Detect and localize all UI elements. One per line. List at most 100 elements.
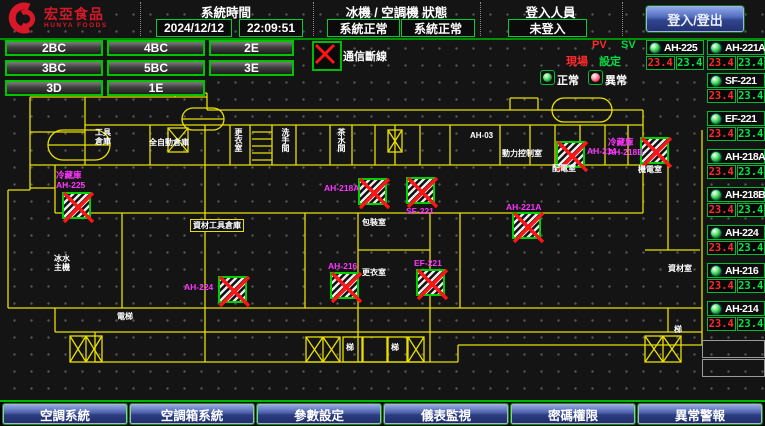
equip-values: 23.423.4 <box>707 317 765 331</box>
floor-button-5BC[interactable]: 5BC <box>107 60 205 76</box>
floor-button-3BC[interactable]: 3BC <box>5 60 103 76</box>
pv-value: 23.4 <box>707 127 736 141</box>
plan-unit-AH-221A[interactable] <box>512 212 541 239</box>
plan-unit-AH-225[interactable] <box>62 192 91 219</box>
nav-button-儀表監視[interactable]: 儀表監視 <box>384 404 508 424</box>
nav-button-異常警報[interactable]: 異常警報 <box>638 404 762 424</box>
normal-lamp-icon <box>540 70 555 85</box>
plan-unit-label-EF-221: EF-221 <box>414 259 442 269</box>
equip-entry-SF-221: SF-22123.423.4 <box>707 73 765 103</box>
comm-loss-x-icon <box>355 175 394 212</box>
pv-value: 23.4 <box>707 56 736 70</box>
plan-unit-label-AH-221A: AH-221A <box>506 203 541 213</box>
sv-value: 23.4 <box>676 56 705 70</box>
equip-values: 23.423.4 <box>707 203 765 217</box>
sv-value: 23.4 <box>737 279 765 293</box>
status-lamp-icon <box>710 227 722 239</box>
system-date-value: 2024/12/12 <box>156 19 232 37</box>
equip-name[interactable]: SF-221 <box>707 73 765 88</box>
sv-value: 23.4 <box>737 317 765 331</box>
nav-button-密碼權限[interactable]: 密碼權限 <box>511 404 635 424</box>
sv-value: 23.4 <box>737 56 765 70</box>
room-label: 梯 <box>346 343 354 352</box>
stairs-icon <box>48 98 612 160</box>
hmi-screen: 冷藏庫 AH-225 AH-224 AH-218A SF-221 AH-216 EF-22… <box>0 0 765 426</box>
equip-name[interactable]: EF-221 <box>707 111 765 126</box>
status-lamp-icon <box>710 113 722 125</box>
floor-button-3D[interactable]: 3D <box>5 80 103 96</box>
login-logout-button[interactable]: 登入/登出 <box>646 6 744 32</box>
ahu-status-value: 系統正常 <box>401 19 475 37</box>
plan-unit-AH-224[interactable] <box>218 276 247 303</box>
status-lamp-icon <box>710 151 722 163</box>
equip-name[interactable]: AH-224 <box>707 225 765 240</box>
status-lamp-icon <box>710 42 722 54</box>
plan-unit-label-AH-225: 冷藏庫 AH-225 <box>56 171 85 190</box>
room-label: 包裝室 <box>362 218 386 227</box>
status-lamp-icon <box>649 42 661 54</box>
comm-loss-label: 通信斷線 <box>343 48 387 64</box>
room-label: 更衣室 <box>234 128 243 152</box>
abnormal-label: 異常 <box>605 72 627 88</box>
comm-loss-x-icon <box>327 269 366 306</box>
plan-unit-SF-221[interactable] <box>406 177 435 204</box>
equip-name-label: AH-221A <box>725 42 765 54</box>
plan-unit-AH-218A[interactable] <box>358 178 387 205</box>
logo-title: 宏亞食品 <box>44 7 108 22</box>
normal-label: 正常 <box>557 72 579 88</box>
equip-slot: AH-22523.423.4 <box>646 40 704 70</box>
equip-name[interactable]: AH-218A <box>707 149 765 164</box>
equip-values: 23.423.4 <box>707 127 765 141</box>
equip-slot: AH-221A 23.423.4 <box>707 40 765 70</box>
floor-button-3E[interactable]: 3E <box>209 60 294 76</box>
equip-name[interactable]: AH-214 <box>707 301 765 316</box>
floor-button-4BC[interactable]: 4BC <box>107 40 205 56</box>
logo-subtitle: HUNYA FOODS <box>44 22 108 29</box>
room-label: 冰水 主機 <box>54 254 70 272</box>
plan-unit-AH-216[interactable] <box>330 272 359 299</box>
comm-loss-x-icon <box>59 189 98 226</box>
comm-loss-x-icon <box>553 138 592 175</box>
chiller-status-value: 系統正常 <box>327 19 400 37</box>
nav-button-空調系統[interactable]: 空調系統 <box>3 404 127 424</box>
plan-unit-label-SF-221: SF-221 <box>406 207 434 217</box>
equip-values: 23.423.4 <box>707 279 765 293</box>
equip-name[interactable]: AH-216 <box>707 263 765 278</box>
equip-entry-AH-221A: AH-221A 23.423.4 <box>707 40 765 70</box>
pv-value: 23.4 <box>707 241 736 255</box>
equip-name-label: EF-221 <box>725 113 756 125</box>
floor-button-1E[interactable]: 1E <box>107 80 205 96</box>
equipment-column: SF-22123.423.4EF-22123.423.4AH-218A23.42… <box>707 73 765 339</box>
room-label: 梯 <box>674 325 682 334</box>
plan-unit-label-AH-218B: 冷藏庫 AH-218B <box>608 138 643 157</box>
sv-name-label: 設定 <box>599 53 621 69</box>
equip-entry-AH-214: AH-21423.423.4 <box>707 301 765 331</box>
plan-unit-EF-221[interactable] <box>416 269 445 296</box>
nav-button-空調箱系統[interactable]: 空調箱系統 <box>130 404 254 424</box>
plan-unit-AH-218B[interactable] <box>640 137 669 164</box>
nav-button-參數設定[interactable]: 參數設定 <box>257 404 381 424</box>
pv-value: 23.4 <box>707 279 736 293</box>
sv-value: 23.4 <box>737 165 765 179</box>
room-label: 全自動倉庫 <box>149 138 189 147</box>
room-label: 資材工具倉庫 <box>190 219 244 232</box>
sv-value: 23.4 <box>737 89 765 103</box>
equip-name[interactable]: AH-221A <box>707 40 765 55</box>
equip-name[interactable]: AH-218B <box>707 187 765 202</box>
sv-label: SV <box>621 39 636 51</box>
room-label: 資材室 <box>668 264 692 273</box>
equip-name-label: AH-218A <box>725 151 765 163</box>
equip-values: 23.423.4 <box>646 56 704 70</box>
room-label: AH-03 <box>470 131 493 140</box>
sv-value: 23.4 <box>737 203 765 217</box>
plan-unit-label-AH-216: AH-216 <box>328 262 357 272</box>
header: 宏亞食品 HUNYA FOODS 系統時間 2024/12/12 22:09:5… <box>0 0 765 40</box>
floor-button-2E[interactable]: 2E <box>209 40 294 56</box>
pv-value: 23.4 <box>707 203 736 217</box>
pv-value: 23.4 <box>646 56 675 70</box>
equip-entry-AH-218A: AH-218A23.423.4 <box>707 149 765 179</box>
floor-button-2BC[interactable]: 2BC <box>5 40 103 56</box>
pv-value: 23.4 <box>707 89 736 103</box>
plan-unit-AH-214[interactable] <box>556 141 585 168</box>
equip-name[interactable]: AH-225 <box>646 40 704 55</box>
